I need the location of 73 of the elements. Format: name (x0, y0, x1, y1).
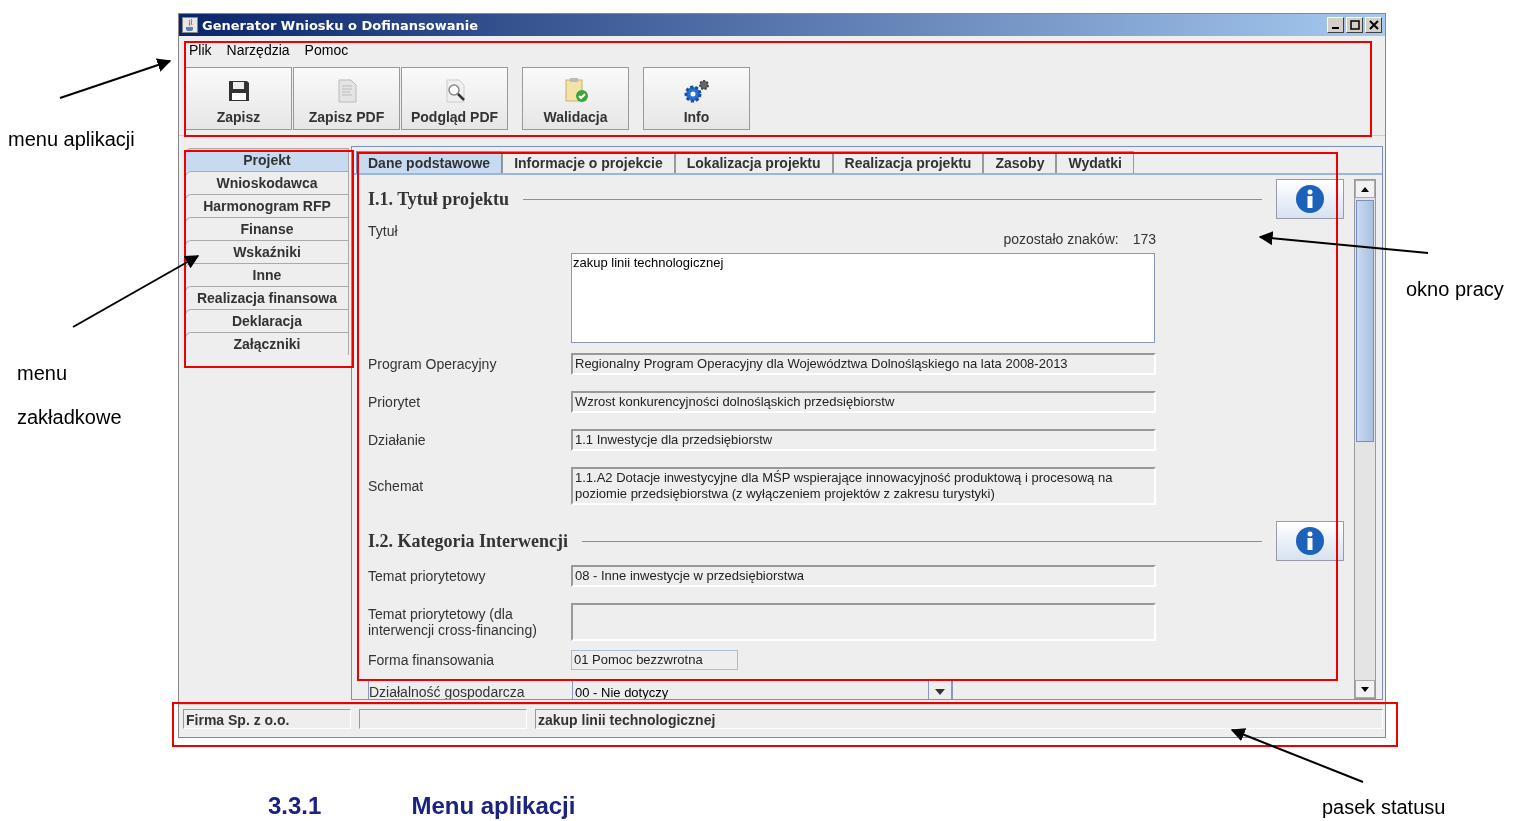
tab[interactable]: Zasoby (983, 151, 1057, 173)
scroll-thumb[interactable] (1356, 200, 1374, 442)
field-label: Schemat (368, 478, 425, 494)
field-label: Temat priorytetowy (368, 568, 487, 584)
annotation-label: menu (17, 362, 69, 385)
info-button[interactable] (1276, 521, 1344, 561)
field-label: Działanie (368, 432, 427, 448)
annotation-label: pasek statusu (1322, 796, 1446, 819)
side-tab[interactable]: Wskaźniki (185, 240, 349, 263)
dropdown[interactable]: 00 - Nie dotyczy (572, 679, 952, 699)
minimize-button[interactable] (1327, 17, 1344, 33)
side-tab[interactable]: Realizacja finansowa (185, 286, 349, 309)
annotation-label: menu aplikacji (8, 128, 135, 151)
heading-number: 3.3.1 (268, 793, 322, 819)
section-title: I.2. Kategoria Interwencji (368, 530, 568, 552)
info-icon (1295, 184, 1325, 214)
tab[interactable]: Wydatki (1056, 151, 1134, 173)
character-counter: 173 (1132, 231, 1156, 247)
side-tab[interactable]: Załączniki (185, 332, 349, 355)
readonly-field[interactable]: 08 - Inne inwestycje w przedsiębiorstwa (571, 565, 1156, 587)
info-button[interactable] (1276, 179, 1344, 219)
tab[interactable]: Dane podstawowe (356, 151, 503, 173)
coffee-cup-icon (182, 17, 198, 33)
field-label: Temat priorytetowy (dla interwencji cross-financing) (368, 606, 538, 638)
side-tab[interactable]: Inne (185, 263, 349, 286)
field-label: Program Operacyjny (368, 356, 498, 372)
scroll-down-icon[interactable] (1361, 686, 1369, 692)
minimize-icon (1332, 27, 1339, 29)
side-tab[interactable]: Wnioskodawca (185, 171, 349, 194)
close-button[interactable] (1365, 17, 1382, 33)
tab[interactable]: Lokalizacja projektu (674, 151, 833, 173)
maximize-icon (1349, 20, 1360, 30)
readonly-field[interactable]: 1.1 Inwestycje dla przedsiębiorstw (571, 429, 1156, 451)
readonly-field[interactable]: Wzrost konkurencyjności dolnośląskich przedsiębiorstw (571, 391, 1156, 413)
side-tab[interactable]: Projekt (185, 148, 349, 171)
annotation-label: zakładkowe (17, 406, 122, 429)
side-tab[interactable]: Harmonogram RFP (185, 194, 349, 217)
heading-title: Menu aplikacji (411, 793, 576, 819)
title-text-area[interactable]: zakup linii technologicznej (571, 253, 1155, 343)
info-icon (1295, 526, 1325, 556)
counter-label: pozostało znaków: (1003, 231, 1119, 247)
toolbar-button[interactable]: Zapisz PDF (293, 67, 400, 130)
readonly-field[interactable]: 1.1.A2 Dotacje inwestycyjne dla MŚP wspierające innowacyjność produktową i procesową na poziomie przedsiębiorstwa (z wyłączeniem projektów z zakresu turystyki) (571, 467, 1156, 505)
field-label: Priorytet (368, 394, 422, 410)
close-icon (1368, 20, 1379, 30)
status-field: zakup linii technologicznej (535, 709, 1383, 729)
maximize-button[interactable] (1346, 17, 1363, 33)
menu-item[interactable]: Plik (189, 42, 212, 62)
section-title: I.1. Tytuł projektu (368, 188, 510, 210)
readonly-field[interactable]: Regionalny Program Operacyjny dla Województwa Dolnośląskiego na lata 2008-2013 (571, 353, 1156, 375)
window-title: Generator Wniosku o Dofinansowanie (202, 17, 480, 33)
tab[interactable]: Realizacja projektu (832, 151, 984, 173)
side-tab[interactable]: Deklaracja (185, 309, 349, 332)
toolbar-button[interactable]: Walidacja (522, 67, 629, 130)
scrollbar[interactable] (1354, 179, 1376, 699)
toolbar-button[interactable]: Info (643, 67, 750, 130)
field-label: Działalność gospodarcza (369, 684, 526, 699)
clipboard-check-icon (563, 77, 588, 103)
menu-item[interactable]: Narzędzia (226, 42, 290, 62)
field-label: Tytuł (368, 223, 399, 239)
toolbar-button[interactable]: Podgląd PDF (401, 67, 508, 130)
annotation-label: okno pracy (1406, 278, 1504, 301)
readonly-field[interactable]: 01 Pomoc bezzwrotna (571, 650, 738, 670)
side-tab[interactable]: Finanse (185, 217, 349, 240)
field-label: Forma finansowania (368, 652, 496, 668)
gears-icon (682, 79, 711, 103)
caret-icon (935, 689, 945, 695)
scroll-up-icon[interactable] (1361, 186, 1369, 192)
status-field: Firma Sp. z o.o. (183, 709, 351, 729)
menu-item[interactable]: Pomoc (304, 42, 349, 62)
tab[interactable]: Informacje o projekcie (502, 151, 675, 173)
readonly-field[interactable] (571, 603, 1156, 641)
toolbar-button[interactable]: Zapisz (185, 67, 292, 130)
